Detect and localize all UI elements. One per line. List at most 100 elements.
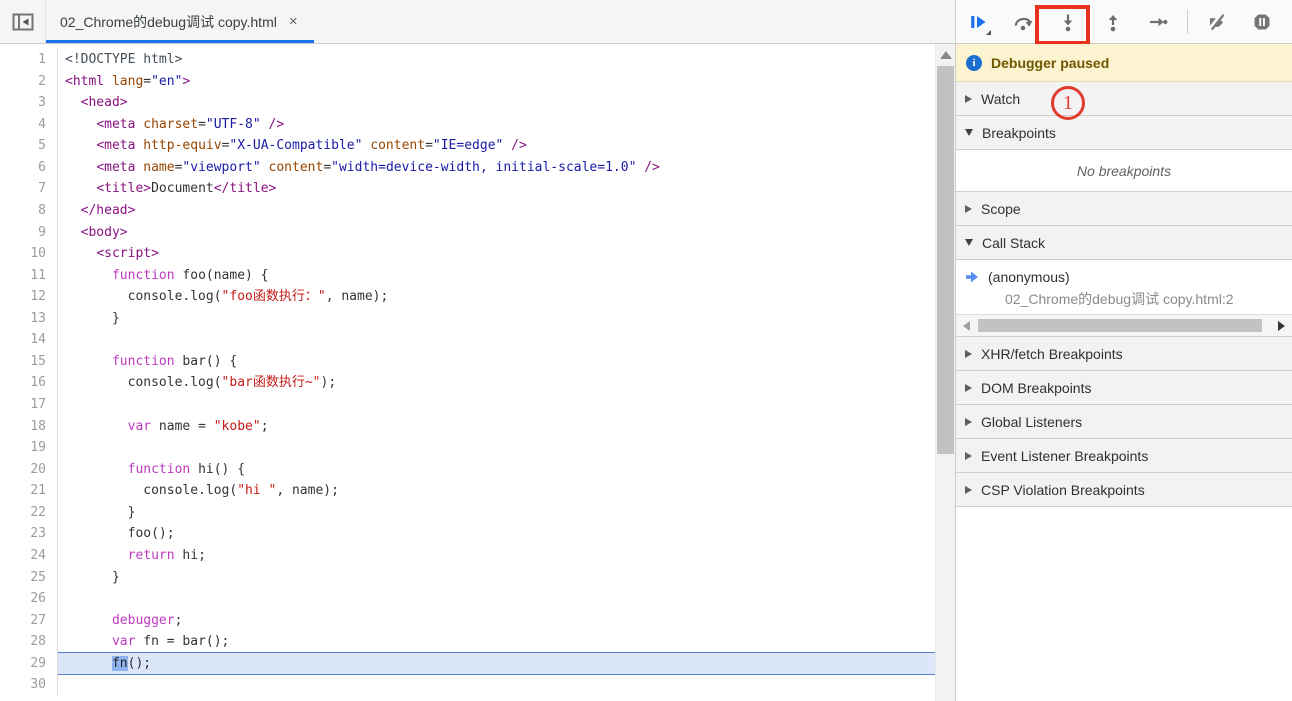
code-text[interactable]: } [58,308,935,330]
call-stack-frame[interactable]: (anonymous) [956,265,1292,289]
line-number[interactable]: 24 [0,545,58,567]
code-text[interactable]: <title>Document</title> [58,178,935,200]
line-number[interactable]: 13 [0,308,58,330]
line-number[interactable]: 8 [0,200,58,222]
code-text[interactable]: return hi; [58,545,935,567]
code-token: content [370,138,425,153]
code-text[interactable]: <body> [58,222,935,244]
deactivate-breakpoints-button[interactable] [1201,6,1233,38]
line-number[interactable]: 7 [0,178,58,200]
show-navigator-button[interactable] [0,0,46,43]
code-line: 2<html lang="en"> [0,71,935,93]
step-out-button[interactable] [1097,6,1129,38]
code-text[interactable]: } [58,567,935,589]
line-number[interactable]: 5 [0,135,58,157]
code-text[interactable] [58,588,935,610]
code-text[interactable]: <head> [58,92,935,114]
step-into-button[interactable] [1052,6,1084,38]
code-text[interactable]: </head> [58,200,935,222]
close-icon[interactable]: × [287,13,300,30]
section-xhr-breakpoints[interactable]: XHR/fetch Breakpoints [956,337,1292,371]
code-text[interactable]: function bar() { [58,351,935,373]
code-text[interactable]: foo(); [58,523,935,545]
code-line: 16 console.log("bar函数执行~"); [0,372,935,394]
line-number[interactable]: 14 [0,329,58,351]
code-text[interactable] [58,329,935,351]
chevron-right-icon [965,452,972,460]
section-csp-violation-breakpoints[interactable]: CSP Violation Breakpoints [956,473,1292,507]
section-global-listeners[interactable]: Global Listeners [956,405,1292,439]
code-text[interactable]: function foo(name) { [58,265,935,287]
section-dom-breakpoints[interactable]: DOM Breakpoints [956,371,1292,405]
devtools-sources-panel: 02_Chrome的debug调试 copy.html × [0,0,1292,701]
pause-on-exceptions-button[interactable] [1246,6,1278,38]
line-number[interactable]: 19 [0,437,58,459]
resume-icon [968,12,988,32]
step-over-button[interactable] [1007,6,1039,38]
line-number[interactable]: 22 [0,502,58,524]
code-text[interactable]: var fn = bar(); [58,631,935,653]
scrollbar-thumb[interactable] [937,66,954,454]
code-text[interactable]: <script> [58,243,935,265]
code-text[interactable]: function hi() { [58,459,935,481]
line-number[interactable]: 11 [0,265,58,287]
chevron-right-icon [965,384,972,392]
section-watch[interactable]: Watch [956,82,1292,116]
line-number[interactable]: 1 [0,49,58,71]
section-breakpoints[interactable]: Breakpoints [956,116,1292,150]
code-text[interactable]: var name = "kobe"; [58,416,935,438]
line-number[interactable]: 6 [0,157,58,179]
code-text[interactable]: console.log("hi ", name); [58,480,935,502]
section-scope[interactable]: Scope [956,192,1292,226]
line-number[interactable]: 30 [0,674,58,696]
code-text[interactable]: console.log("bar函数执行~"); [58,372,935,394]
scroll-left-arrow-icon[interactable] [963,321,970,331]
editor-vertical-scrollbar[interactable] [935,44,955,701]
resume-button[interactable] [962,6,994,38]
code-token [65,613,112,628]
line-number[interactable]: 20 [0,459,58,481]
code-text[interactable]: <meta http-equiv="X-UA-Compatible" conte… [58,135,935,157]
code-token: name = [151,419,214,434]
code-text[interactable] [58,437,935,459]
scroll-up-arrow-icon[interactable] [940,51,952,59]
line-number[interactable]: 15 [0,351,58,373]
section-event-listener-breakpoints[interactable]: Event Listener Breakpoints [956,439,1292,473]
line-number[interactable]: 26 [0,588,58,610]
code-text[interactable]: <meta name="viewport" content="width=dev… [58,157,935,179]
code-text[interactable] [58,394,935,416]
section-call-stack[interactable]: Call Stack [956,226,1292,260]
line-number[interactable]: 10 [0,243,58,265]
code-text[interactable]: console.log("foo函数执行：", name); [58,286,935,308]
line-number[interactable]: 29 [0,653,58,675]
code-text[interactable]: <meta charset="UTF-8" /> [58,114,935,136]
code-line: 19 [0,437,935,459]
code-token: "width=device-width, initial-scale=1.0" [331,160,636,175]
line-number[interactable]: 12 [0,286,58,308]
line-number[interactable]: 9 [0,222,58,244]
step-button[interactable] [1142,6,1174,38]
line-number[interactable]: 23 [0,523,58,545]
line-number[interactable]: 21 [0,480,58,502]
code-text[interactable]: fn(); [58,653,935,675]
line-number[interactable]: 28 [0,631,58,653]
code-text[interactable]: <html lang="en"> [58,71,935,93]
scrollbar-thumb[interactable] [978,319,1262,332]
code-text[interactable]: debugger; [58,610,935,632]
line-number[interactable]: 25 [0,567,58,589]
line-number[interactable]: 16 [0,372,58,394]
code-text[interactable] [58,674,935,696]
tab-source-file[interactable]: 02_Chrome的debug调试 copy.html × [46,0,314,43]
line-number[interactable]: 18 [0,416,58,438]
line-number[interactable]: 2 [0,71,58,93]
code-text[interactable]: <!DOCTYPE html> [58,49,935,71]
scroll-right-arrow-icon[interactable] [1278,321,1285,331]
sidebar-horizontal-scrollbar[interactable] [956,314,1292,337]
line-number[interactable]: 4 [0,114,58,136]
line-number[interactable]: 27 [0,610,58,632]
line-number[interactable]: 3 [0,92,58,114]
code-token [65,203,81,218]
line-number[interactable]: 17 [0,394,58,416]
code-text[interactable]: } [58,502,935,524]
code-token: "IE=edge" [433,138,503,153]
